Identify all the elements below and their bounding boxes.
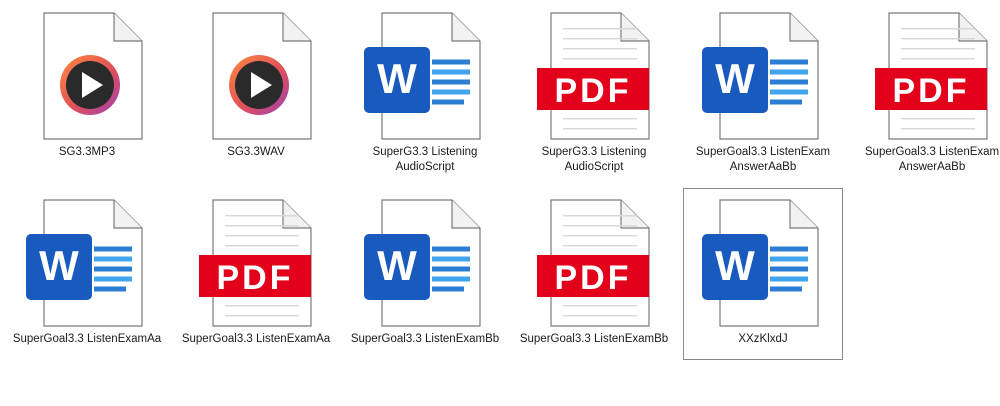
word-document-icon: W: [26, 199, 143, 327]
file-grid: SG3.3MP3 SG3.3WAV W SuperG3.3 Listening Aud…: [0, 0, 1000, 406]
word-letter: W: [715, 242, 755, 289]
file-item[interactable]: PDF SuperGoal3.3 ListenExamAa: [176, 188, 336, 360]
file-item[interactable]: PDF SuperG3.3 Listening AudioScript: [514, 1, 674, 173]
word-document-icon: W: [702, 12, 819, 140]
media-player-icon: [229, 55, 289, 115]
word-document-icon: W: [364, 12, 481, 140]
file-name-label: SuperGoal3.3 ListenExamAa: [12, 333, 162, 345]
word-document-icon: W: [702, 199, 819, 327]
pdf-label: PDF: [217, 259, 294, 297]
pdf-document-icon: PDF: [875, 12, 988, 140]
file-item[interactable]: SG3.3WAV: [176, 1, 336, 173]
file-name-label: SuperG3.3 Listening AudioScript: [541, 146, 647, 173]
file-name-label: SG3.3WAV: [227, 146, 285, 158]
word-letter: W: [39, 242, 79, 289]
file-item[interactable]: PDF SuperGoal3.3 ListenExam AnswerAaBb: [852, 1, 1000, 173]
file-name-label: SuperGoal3.3 ListenExam AnswerAaBb: [695, 146, 831, 173]
pdf-label: PDF: [893, 72, 970, 110]
word-document-icon: W: [364, 199, 481, 327]
file-item[interactable]: W XXzKlxdJ: [683, 188, 843, 360]
file-name-label: SuperGoal3.3 ListenExamBb: [519, 333, 669, 345]
pdf-document-icon: PDF: [537, 199, 650, 327]
word-letter: W: [715, 55, 755, 102]
media-player-icon: [60, 55, 120, 115]
file-name-label: SuperGoal3.3 ListenExam AnswerAaBb: [864, 146, 1000, 173]
word-letter: W: [377, 242, 417, 289]
file-item[interactable]: W SuperGoal3.3 ListenExam AnswerAaBb: [683, 1, 843, 173]
file-item[interactable]: PDF SuperGoal3.3 ListenExamBb: [514, 188, 674, 360]
file-item[interactable]: W SuperGoal3.3 ListenExamBb: [345, 188, 505, 360]
file-name-label: SG3.3MP3: [58, 146, 116, 158]
pdf-label: PDF: [555, 72, 632, 110]
file-item[interactable]: SG3.3MP3: [7, 1, 167, 173]
media-player-icon: [212, 12, 312, 140]
file-name-label: XXzKlxdJ: [738, 333, 788, 345]
pdf-document-icon: PDF: [537, 12, 650, 140]
file-item[interactable]: W SuperGoal3.3 ListenExamAa: [7, 188, 167, 360]
pdf-label: PDF: [555, 259, 632, 297]
media-player-icon: [43, 12, 143, 140]
pdf-document-icon: PDF: [199, 199, 312, 327]
page-fold: [113, 200, 142, 229]
word-letter: W: [377, 55, 417, 102]
file-name-label: SuperG3.3 Listening AudioScript: [372, 146, 478, 173]
file-name-label: SuperGoal3.3 ListenExamAa: [181, 333, 331, 345]
file-name-label: SuperGoal3.3 ListenExamBb: [350, 333, 500, 345]
file-item[interactable]: W SuperG3.3 Listening AudioScript: [345, 1, 505, 173]
